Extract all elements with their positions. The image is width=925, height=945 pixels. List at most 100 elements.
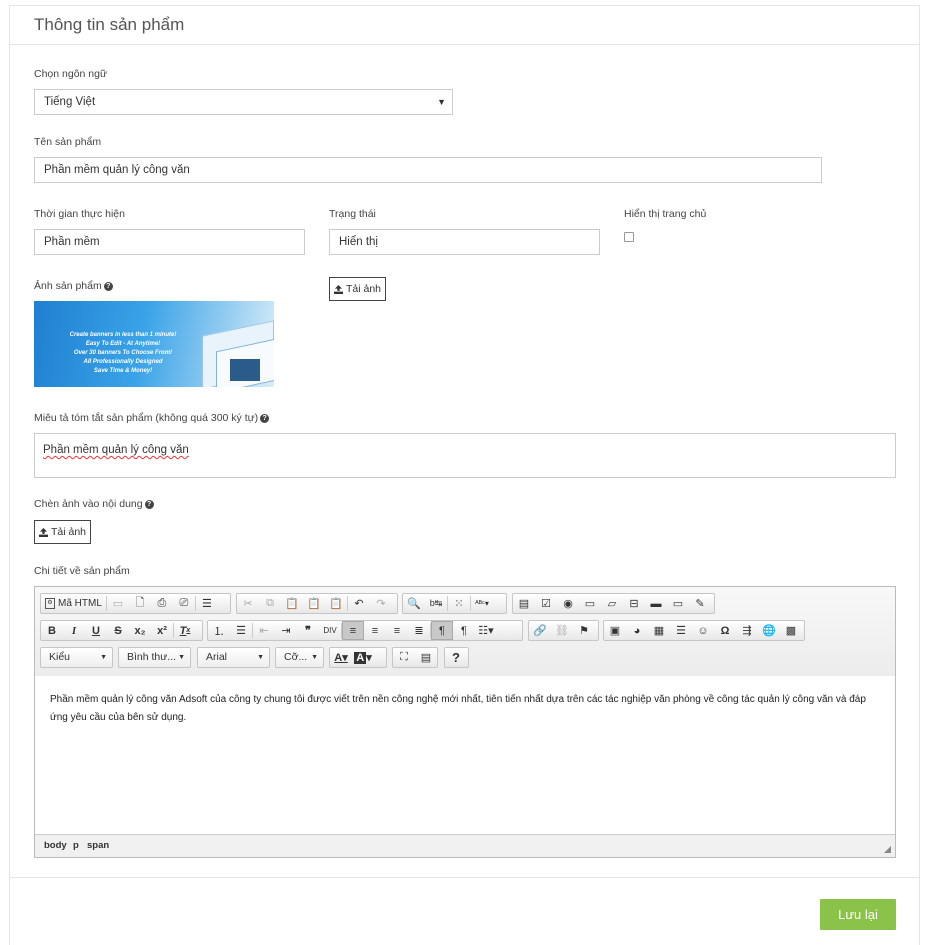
homepage-label: Hiển thị trang chủ [624,208,707,220]
question-icon[interactable]: ? [260,413,270,423]
maximize-icon[interactable]: ⛶ [393,648,415,667]
copy-icon[interactable]: ⧉ [259,594,281,613]
numbered-list-icon[interactable]: ⒈ [208,621,230,640]
align-center-icon[interactable]: ≡ [364,621,386,640]
hidden-field-icon[interactable]: ✎ [689,594,711,613]
text-color-icon[interactable]: A▾ [330,648,352,667]
editor-content-area[interactable]: Phần mềm quản lý công văn Adsoft của côn… [35,676,895,836]
superscript-icon[interactable]: x² [151,621,173,640]
page-title: Thông tin sản phẩm [34,15,185,34]
image-button-icon[interactable]: ▭ [667,594,689,613]
form-icon[interactable]: ▤ [513,594,535,613]
indent-icon[interactable]: ⇥ [275,621,297,640]
flash-icon[interactable]: ◕ [626,621,648,640]
question-icon[interactable]: ? [103,281,113,291]
rtl-icon[interactable]: ¶ [453,621,475,640]
replace-icon[interactable]: b↹ [425,594,447,613]
align-right-icon[interactable]: ≡ [386,621,408,640]
homepage-checkbox[interactable] [624,232,634,242]
toolbar-group-paragraph: ⒈ ☰ ⇤ ⇥ ❞ DIV ≡ ≡ ≡ ≣ ¶ ¶ ☷▾ [207,620,523,641]
style-combo-label: Kiểu [49,651,71,663]
preview-icon[interactable]: ⎙ [151,594,173,613]
format-combo[interactable]: Bình thư... ▼ [118,647,191,668]
status-label: Trạng thái [329,208,376,220]
language-select[interactable]: Tiếng Việt ▼ [34,89,453,115]
paste-text-icon[interactable]: 📋 [303,594,325,613]
upload-icon [39,527,48,537]
image-gallery-icon[interactable]: ▩ [780,621,802,640]
rich-text-editor: ⚙ Mã HTML ▭ 🗋 ⎙ ⎚ ☰ ✂ ⧉ 📋 📋 📋 ↶ ↷ 🔍 b↹ ⁙ … [34,586,896,858]
anchor-icon[interactable]: ⚑ [573,621,595,640]
toolbar-group-basic-styles: B I U S x₂ x² Tx [40,620,203,641]
textarea-icon[interactable]: ▱ [601,594,623,613]
special-char-icon[interactable]: Ω [714,621,736,640]
upload-icon [334,284,343,294]
product-image-label: Ảnh sản phẩm? [34,280,113,292]
language-label: Chọn ngôn ngữ [34,68,108,80]
path-item-p[interactable]: p [73,840,79,851]
save-doc-icon[interactable]: ▭ [107,594,129,613]
blockquote-icon[interactable]: ❞ [297,621,319,640]
italic-icon[interactable]: I [63,621,85,640]
toolbar-group-links: 🔗 ⛓ ⚑ [528,620,599,641]
summary-textarea[interactable]: Phần mềm quản lý công văn [34,433,896,478]
iframe-icon[interactable]: 🌐 [758,621,780,640]
smiley-icon[interactable]: ☺ [692,621,714,640]
size-combo[interactable]: Cỡ... ▼ [275,647,324,668]
bold-icon[interactable]: B [41,621,63,640]
select-icon[interactable]: ⊟ [623,594,645,613]
align-left-icon[interactable]: ≡ [342,621,364,640]
duration-input[interactable]: Phần mềm [34,229,305,255]
panel-header: Thông tin sản phẩm [10,6,919,45]
unlink-icon[interactable]: ⛓ [551,621,573,640]
select-all-icon[interactable]: ⁙ [448,594,470,613]
cut-icon[interactable]: ✂ [237,594,259,613]
print-icon[interactable]: ⎚ [173,594,195,613]
find-icon[interactable]: 🔍 [403,594,425,613]
undo-icon[interactable]: ↶ [348,594,370,613]
resize-handle[interactable] [884,846,891,853]
font-combo[interactable]: Arial ▼ [197,647,270,668]
language-icon[interactable]: ☷▾ [475,621,497,640]
upload-content-image-button[interactable]: Tải ảnh [34,520,92,544]
redo-icon[interactable]: ↷ [370,594,392,613]
bulleted-list-icon[interactable]: ☰ [230,621,252,640]
remove-format-icon[interactable]: Tx [174,621,196,640]
align-justify-icon[interactable]: ≣ [408,621,430,640]
page-break-icon[interactable]: ⇶ [736,621,758,640]
source-button[interactable]: ⚙ Mã HTML [41,594,106,613]
subscript-icon[interactable]: x₂ [129,621,151,640]
horizontal-rule-icon[interactable]: ☰ [670,621,692,640]
path-item-span[interactable]: span [87,840,109,851]
table-icon[interactable]: ▦ [648,621,670,640]
path-item-body[interactable]: body [44,840,67,851]
status-input[interactable]: Hiển thị [329,229,600,255]
save-button[interactable]: Lưu lại [820,899,896,930]
underline-icon[interactable]: U [85,621,107,640]
banner-photo-graphic [230,359,260,381]
checkbox-icon[interactable]: ☑ [535,594,557,613]
spellcheck-icon[interactable]: ᴬᴮᶜ▾ [471,594,493,613]
link-icon[interactable]: 🔗 [529,621,551,640]
style-combo[interactable]: Kiểu ▼ [40,647,113,668]
radio-icon[interactable]: ◉ [557,594,579,613]
button-icon[interactable]: ▬ [645,594,667,613]
upload-product-image-button[interactable]: Tải ảnh [329,277,387,301]
paste-word-icon[interactable]: 📋 [325,594,347,613]
show-blocks-icon[interactable]: ▤ [415,648,437,667]
bg-color-icon[interactable]: A ▾ [352,648,374,667]
textfield-icon[interactable]: ▭ [579,594,601,613]
outdent-icon[interactable]: ⇤ [253,621,275,640]
strike-icon[interactable]: S [107,621,129,640]
new-page-icon[interactable]: 🗋 [129,594,151,613]
div-container-icon[interactable]: DIV [319,621,341,640]
toolbar-group-editing: 🔍 b↹ ⁙ ᴬᴮᶜ▾ [402,593,507,614]
help-icon[interactable]: ? [445,648,467,667]
templates-icon[interactable]: ☰ [196,594,218,613]
editor-toolbar: ⚙ Mã HTML ▭ 🗋 ⎙ ⎚ ☰ ✂ ⧉ 📋 📋 📋 ↶ ↷ 🔍 b↹ ⁙ … [35,587,895,677]
ltr-icon[interactable]: ¶ [431,621,453,640]
product-name-input[interactable]: Phần mềm quản lý công văn [34,157,822,183]
image-icon[interactable]: ▣ [604,621,626,640]
question-icon[interactable]: ? [144,499,154,509]
paste-icon[interactable]: 📋 [281,594,303,613]
